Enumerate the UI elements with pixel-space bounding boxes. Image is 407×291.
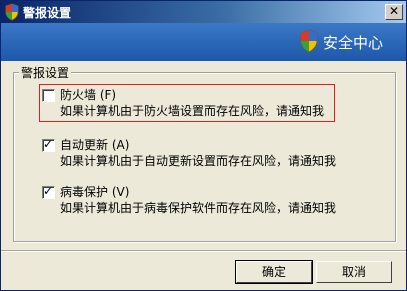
firewall-checkbox[interactable] <box>42 89 55 102</box>
ok-button[interactable]: 确定 <box>235 260 313 284</box>
firewall-description: 如果计算机由于防火墙设置而存在风险，请通知我 <box>60 104 325 118</box>
cancel-button[interactable]: 取消 <box>316 261 392 283</box>
shield-icon <box>300 29 318 53</box>
auto-update-description: 如果计算机由于自动更新设置而存在风险，请通知我 <box>60 154 337 168</box>
virus-protection-description: 如果计算机由于病毒保护软件而存在风险，请通知我 <box>60 201 337 215</box>
title-bar[interactable]: 警报设置 ✕ <box>1 1 406 23</box>
brand-title: 安全中心 <box>323 34 384 52</box>
alert-settings-window: 警报设置 ✕ 安全中心 警报设置 防火墙 (F) 如果计算机由于防火墙设置而存在… <box>0 0 407 291</box>
virus-protection-option: ✓ 病毒保护 (V) 如果计算机由于病毒保护软件而存在风险，请通知我 <box>34 182 337 218</box>
firewall-option: 防火墙 (F) 如果计算机由于防火墙设置而存在风险，请通知我 <box>39 84 335 122</box>
close-button[interactable]: ✕ <box>385 4 403 20</box>
auto-update-checkbox[interactable]: ✓ <box>42 137 55 152</box>
checkmark-icon: ✓ <box>43 184 54 198</box>
alert-settings-group: 警报设置 防火墙 (F) 如果计算机由于防火墙设置而存在风险，请通知我 ✓ 自动… <box>13 64 396 242</box>
window-title: 警报设置 <box>23 6 72 20</box>
auto-update-label[interactable]: 自动更新 (A) <box>60 136 129 153</box>
virus-protection-label[interactable]: 病毒保护 (V) <box>60 183 129 200</box>
close-icon: ✕ <box>388 4 400 18</box>
security-center-banner: 安全中心 <box>1 23 406 61</box>
shield-icon <box>5 3 19 21</box>
firewall-label[interactable]: 防火墙 (F) <box>60 86 116 103</box>
virus-protection-checkbox[interactable]: ✓ <box>42 184 55 199</box>
group-legend: 警报设置 <box>19 64 72 81</box>
auto-update-option: ✓ 自动更新 (A) 如果计算机由于自动更新设置而存在风险，请通知我 <box>34 135 337 171</box>
checkmark-icon: ✓ <box>43 137 54 151</box>
